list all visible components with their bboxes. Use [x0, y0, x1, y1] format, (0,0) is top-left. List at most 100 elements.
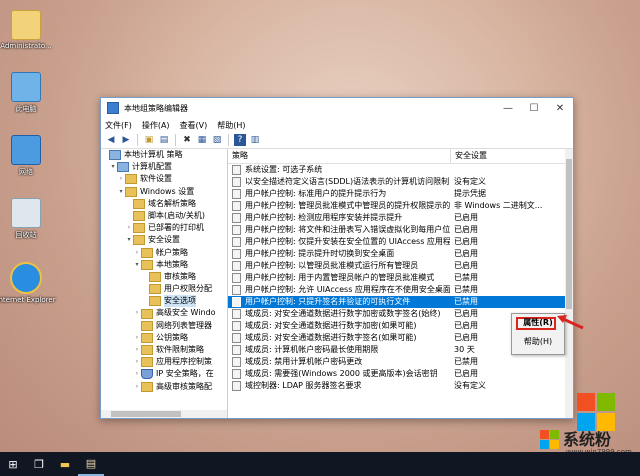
export-list-icon[interactable]: ▧	[211, 134, 223, 146]
policy-row[interactable]: 用户帐户控制: 仅提升安装在安全位置的 UIAccess 应用程序 已启用	[228, 236, 573, 248]
expand-toggle-icon[interactable]: ›	[133, 307, 141, 319]
desktop-icon-label: 回收站	[15, 231, 37, 239]
menu-action[interactable]: 操作(A)	[142, 120, 170, 131]
menu-file[interactable]: 文件(F)	[105, 120, 132, 131]
tree-node[interactable]: › 高级审核策略配	[101, 381, 227, 393]
menu-help[interactable]: 帮助(H)	[217, 120, 245, 131]
policy-name: 域成员: 对安全通道数据进行数字签名(如果可能)	[245, 333, 417, 342]
delete-icon[interactable]: ✖	[181, 134, 193, 146]
expand-toggle-icon[interactable]: ›	[117, 173, 125, 185]
tree-node[interactable]: ▾ 本地策略	[101, 259, 227, 271]
expand-toggle-icon[interactable]: ›	[133, 381, 141, 393]
help-icon[interactable]: ?	[234, 134, 246, 146]
policy-row[interactable]: 用户帐户控制: 标准用户的提升提示行为 提示凭据	[228, 188, 573, 200]
expand-toggle-icon[interactable]: ▾	[125, 234, 133, 246]
expand-toggle-icon[interactable]: ›	[133, 344, 141, 356]
back-arrow-icon[interactable]: ◀	[105, 134, 117, 146]
list-header: 策略 安全设置	[228, 149, 573, 164]
policy-name: 域成员: 对安全通道数据进行数字加密(如果可能)	[245, 321, 417, 330]
tree-node[interactable]: 网络列表管理器	[101, 320, 227, 332]
tree-node[interactable]: 审核策略	[101, 271, 227, 283]
up-folder-icon[interactable]: ▣	[143, 134, 155, 146]
security-setting-cell: 没有定义	[454, 381, 486, 390]
desktop-icon-internet-explorer[interactable]: Internet Explorer	[0, 262, 56, 304]
desktop-icon-recycle-bin[interactable]: 回收站	[0, 198, 56, 240]
taskbar: ⊞ ❐ ▬ ▤	[0, 452, 640, 476]
expand-toggle-icon[interactable]: ▾	[109, 161, 117, 173]
tree-node[interactable]: 用户权限分配	[101, 283, 227, 295]
policy-row[interactable]: 用户帐户控制: 检测应用程序安装并提示提升 已启用	[228, 212, 573, 224]
policy-tree[interactable]: 本地计算机 策略 ▾ 计算机配置 › 软件设置 ▾ Windows 设置 域名解析策略 脚本(启…	[101, 149, 228, 418]
policy-name-cell: 用户帐户控制: 管理员批准模式中管理员的提升权限提示的...	[228, 200, 450, 212]
context-menu-help[interactable]: 帮助(H)	[512, 336, 564, 347]
tree-node[interactable]: › 公钥策略	[101, 332, 227, 344]
policy-name: 用户帐户控制: 以管理员批准模式运行所有管理员	[245, 261, 419, 270]
expand-toggle-icon[interactable]: ›	[125, 222, 133, 234]
policy-setting-icon	[232, 333, 241, 343]
policy-row[interactable]: 用户帐户控制: 管理员批准模式中管理员的提升权限提示的... 非 Windows …	[228, 200, 573, 212]
desktop-icon-administrator[interactable]: Administrato...	[0, 10, 56, 50]
show-action-pane-icon[interactable]: ▥	[249, 134, 261, 146]
tree-node[interactable]: ▾ 安全设置	[101, 234, 227, 246]
tree-node[interactable]: 脚本(启动/关机)	[101, 210, 227, 222]
policy-row[interactable]: 以安全描述符定义语言(SDDL)语法表示的计算机访问限制 没有定义	[228, 176, 573, 188]
horizontal-scrollbar[interactable]	[101, 410, 227, 418]
tree-node[interactable]: ▾ Windows 设置	[101, 186, 227, 198]
policy-row[interactable]: 域控制器: LDAP 服务器签名要求 没有定义	[228, 380, 573, 392]
title-bar[interactable]: 本地组策略编辑器 — ☐ ✕	[101, 98, 573, 118]
user-folder-icon	[11, 10, 41, 40]
tree-node[interactable]: 安全选项	[101, 295, 227, 308]
policy-row[interactable]: 用户帐户控制: 允许 UIAccess 应用程序在不使用安全桌面... 已禁用	[228, 284, 573, 296]
expand-toggle-icon[interactable]: ›	[133, 332, 141, 344]
tree-node[interactable]: 本地计算机 策略	[101, 149, 227, 161]
start-button-icon[interactable]: ⊞	[0, 452, 26, 476]
policy-row[interactable]: 域成员: 禁用计算机帐户密码更改 已禁用	[228, 356, 573, 368]
maximize-button[interactable]: ☐	[521, 98, 547, 118]
taskbar-policy-editor-icon[interactable]: ▤	[78, 452, 104, 476]
menu-view[interactable]: 查看(V)	[180, 120, 208, 131]
policy-row[interactable]: 系统设置: 可选子系统	[228, 164, 573, 176]
security-setting-cell: 非 Windows 二进制文...	[454, 201, 543, 210]
expand-toggle-icon[interactable]: ›	[133, 356, 141, 368]
policy-setting-icon	[232, 345, 241, 355]
tree-node[interactable]: › IP 安全策略，在	[101, 368, 227, 380]
tree-node[interactable]: › 已部署的打印机	[101, 222, 227, 234]
forward-arrow-icon[interactable]: ▶	[120, 134, 132, 146]
properties-icon[interactable]: ▦	[196, 134, 208, 146]
policy-row[interactable]: 用户帐户控制: 将文件和注册表写入错误虚拟化到每用户位置 已启用	[228, 224, 573, 236]
tree-node[interactable]: › 帐户策略	[101, 247, 227, 259]
policy-row[interactable]: 用户帐户控制: 用于内置管理员帐户的管理员批准模式 已禁用	[228, 272, 573, 284]
show-hide-tree-icon[interactable]: ▤	[158, 134, 170, 146]
expand-toggle-icon[interactable]: ›	[133, 247, 141, 259]
column-header-policy[interactable]: 策略	[228, 149, 451, 163]
scrollbar-thumb[interactable]	[111, 411, 181, 417]
expand-toggle-icon[interactable]: ›	[133, 368, 141, 380]
expand-toggle-icon[interactable]: ▾	[117, 186, 125, 198]
policy-name-cell: 系统设置: 可选子系统	[228, 164, 450, 176]
tree-node[interactable]: › 应用程序控制策	[101, 356, 227, 368]
desktop-icon-network[interactable]: 网络	[0, 135, 56, 177]
policy-row[interactable]: 用户帐户控制: 提示提升时切换到安全桌面 已启用	[228, 248, 573, 260]
tree-node[interactable]: › 软件限制策略	[101, 344, 227, 356]
tree-node[interactable]: › 高级安全 Windo	[101, 307, 227, 319]
desktop-icon-this-pc[interactable]: 此电脑	[0, 72, 56, 114]
policy-name-cell: 域控制器: LDAP 服务器签名要求	[228, 380, 450, 392]
minimize-button[interactable]: —	[495, 98, 521, 118]
vertical-scrollbar[interactable]	[565, 149, 573, 418]
tree-node[interactable]: 域名解析策略	[101, 198, 227, 210]
scrollbar-thumb[interactable]	[566, 159, 572, 309]
task-view-icon[interactable]: ❐	[26, 452, 52, 476]
folder-icon	[149, 284, 161, 295]
policy-row[interactable]: 用户帐户控制: 只提升签名并验证的可执行文件 已禁用	[228, 296, 573, 308]
column-header-setting[interactable]: 安全设置	[451, 149, 487, 163]
security-setting-cell	[450, 164, 454, 176]
folder-icon	[149, 296, 161, 307]
policy-row[interactable]: 域成员: 需要强(Windows 2000 或更高版本)会话密钥 已启用	[228, 368, 573, 380]
folder-icon	[133, 211, 145, 222]
tree-node[interactable]: › 软件设置	[101, 173, 227, 185]
tree-node[interactable]: ▾ 计算机配置	[101, 161, 227, 173]
file-explorer-icon[interactable]: ▬	[52, 452, 78, 476]
expand-toggle-icon[interactable]: ▾	[133, 259, 141, 271]
close-button[interactable]: ✕	[547, 98, 573, 118]
policy-row[interactable]: 用户帐户控制: 以管理员批准模式运行所有管理员 已启用	[228, 260, 573, 272]
